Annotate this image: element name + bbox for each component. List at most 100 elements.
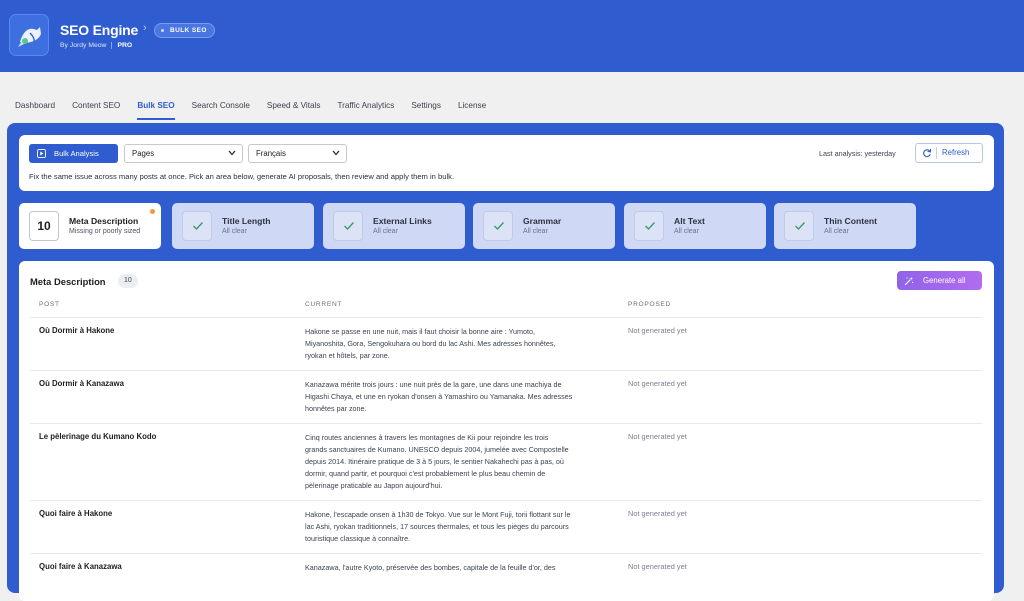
tab-bulk-seo[interactable]: Bulk SEO [137,100,175,120]
main-tabs: Dashboard Content SEO Bulk SEO Search Co… [15,100,503,120]
language-value: Français [256,149,286,158]
column-header-post: POST [39,301,60,308]
issue-title: Thin Content [824,216,877,226]
description-line: honnêtes par zone. [305,404,367,413]
current-description: Cinq routes anciennes à travers les mont… [305,432,617,492]
table-row[interactable]: Où Dormir à Hakone Hakone se passe en un… [30,317,982,370]
chevron-down-icon [228,150,236,156]
check-icon [645,222,656,231]
proposed-description: Not generated yet [628,379,687,388]
issue-title: Title Length [222,216,271,226]
issue-title: Grammar [523,216,562,226]
table-row[interactable]: Quoi faire à Kanazawa Kanazawa, l'autre … [30,553,982,601]
bulk-analysis-label: Bulk Analysis [54,149,99,158]
app-title: SEO Engine [60,22,139,38]
pro-label: PRO [111,42,133,49]
description-line: Hakone, l'escapade onsen à 1h30 de Tokyo… [305,510,571,519]
description-line: Hakone se passe en une nuit, mais il fau… [305,327,536,336]
issue-title: Meta Description [69,216,139,226]
description-line: ryokan et hôtels, par zone. [305,351,390,360]
author-byline: By Jordy Meow PRO [60,42,133,49]
post-title: Où Dormir à Hakone [39,326,115,335]
refresh-label: Refresh [942,148,970,157]
results-table-card: Meta Description 10 Generate all POST CU… [19,261,994,601]
toolbar-card: Bulk Analysis Pages Français Last analys… [19,135,994,191]
issue-card-alt-text[interactable]: Alt Text All clear [624,203,766,249]
post-type-value: Pages [132,149,155,158]
last-analysis-text: Last analysis: yesterday [819,149,896,158]
table-row[interactable]: Quoi faire à Hakone Hakone, l'escapade o… [30,500,982,553]
description-line: grands sanctuaires de Kumano. UNESCO dep… [305,445,569,454]
breadcrumb-separator: › [143,22,147,34]
refresh-button[interactable]: Refresh [915,143,983,163]
check-icon [795,222,806,231]
issue-status: All clear [373,228,398,235]
section-badge-label: BULK SEO [170,27,207,34]
proposed-description: Not generated yet [628,432,687,441]
issue-status: Missing or poorly sized [69,228,141,235]
proposed-description: Not generated yet [628,562,687,571]
proposed-description: Not generated yet [628,509,687,518]
issue-status-box [784,211,814,241]
tab-dashboard[interactable]: Dashboard [15,100,55,120]
post-type-select[interactable]: Pages [124,144,243,163]
instructions-text: Fix the same issue across many posts at … [29,172,455,181]
tab-license[interactable]: License [458,100,486,120]
tab-traffic-analytics[interactable]: Traffic Analytics [337,100,394,120]
issue-status-box [634,211,664,241]
post-title: Le pèlerinage du Kumano Kodo [39,432,157,441]
description-line: pèlerinage praticable au Japon aujourd'h… [305,481,443,490]
tab-speed-vitals[interactable]: Speed & Vitals [267,100,321,120]
current-description: Hakone se passe en une nuit, mais il fau… [305,326,617,362]
description-line: Higashi Chaya, et une en ryokan d'onsen … [305,392,573,401]
table-row[interactable]: Où Dormir à Kanazawa Kanazawa mérite tro… [30,370,982,423]
description-line: Cinq routes anciennes à travers les mont… [305,433,549,442]
attention-dot-icon [150,209,155,214]
table-row[interactable]: Le pèlerinage du Kumano Kodo Cinq routes… [30,423,982,500]
section-badge: BULK SEO [154,23,215,38]
generate-all-button[interactable]: Generate all [897,271,982,290]
badge-dot-icon [161,29,164,32]
results-count-badge: 10 [118,274,138,288]
app-header: SEO Engine › BULK SEO By Jordy Meow PRO [0,0,1024,72]
post-title: Où Dormir à Kanazawa [39,379,124,388]
bulk-analysis-button[interactable]: Bulk Analysis [29,144,118,163]
description-line: Kanazawa, l'autre Kyoto, préservée des b… [305,563,556,572]
issue-card-external-links[interactable]: External Links All clear [323,203,465,249]
issue-status: All clear [674,228,699,235]
issue-status-box [182,211,212,241]
description-line: Kanazawa mérite trois jours : une nuit p… [305,380,562,389]
issue-status: All clear [523,228,548,235]
issue-card-thin-content[interactable]: Thin Content All clear [774,203,916,249]
bulk-seo-panel: Bulk Analysis Pages Français Last analys… [7,123,1004,601]
language-select[interactable]: Français [248,144,347,163]
issue-title: Alt Text [674,216,705,226]
issue-status-box [333,211,363,241]
current-description: Hakone, l'escapade onsen à 1h30 de Tokyo… [305,509,617,545]
check-icon [193,222,204,231]
post-title: Quoi faire à Kanazawa [39,562,122,571]
current-description: Kanazawa, l'autre Kyoto, préservée des b… [305,562,617,574]
bird-logo-icon [9,14,49,56]
play-icon [37,149,46,158]
description-line: lac Ashi, ryokan traditionnels, 17 sourc… [305,522,569,531]
refresh-icon [923,148,932,158]
table-title: Meta Description [30,276,106,287]
refresh-divider [936,147,937,159]
description-line: depuis 2014. Itinéraire pratique de 3 à … [305,457,564,466]
issue-status: All clear [824,228,849,235]
issue-card-title-length[interactable]: Title Length All clear [172,203,314,249]
tab-search-console[interactable]: Search Console [192,100,250,120]
current-description: Kanazawa mérite trois jours : une nuit p… [305,379,617,415]
column-header-current: CURRENT [305,301,343,308]
tab-content-seo[interactable]: Content SEO [72,100,120,120]
description-line: touristique classique à connaître. [305,534,411,543]
chevron-down-icon [332,150,340,156]
author-name: By Jordy Meow [60,42,107,49]
tab-settings[interactable]: Settings [411,100,441,120]
issue-card-grammar[interactable]: Grammar All clear [473,203,615,249]
magic-wand-icon [904,276,914,286]
proposed-description: Not generated yet [628,326,687,335]
issue-count: 10 [29,211,59,241]
issue-card-meta-description[interactable]: 10 Meta Description Missing or poorly si… [19,203,161,249]
